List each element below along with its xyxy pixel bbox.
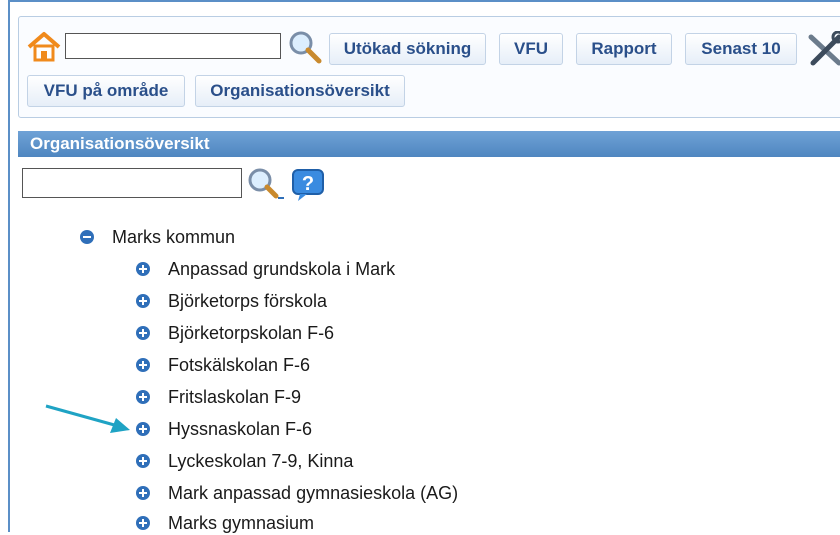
tree-node[interactable]: Marks gymnasium [136, 511, 314, 535]
expand-icon[interactable] [136, 262, 150, 276]
tools-icon[interactable] [805, 31, 840, 67]
panel-title: Organisationsöversikt [18, 131, 840, 157]
tree-node-label[interactable]: Lyckeskolan 7-9, Kinna [168, 451, 353, 472]
recent-10-button[interactable]: Senast 10 [685, 33, 797, 65]
tree-node[interactable]: Fritslaskolan F-9 [136, 385, 301, 409]
tree-node-label[interactable]: Björketorps förskola [168, 291, 327, 312]
tree-node[interactable]: Björketorps förskola [136, 289, 327, 313]
expand-icon[interactable] [136, 294, 150, 308]
tree-node-label[interactable]: Anpassad grundskola i Mark [168, 259, 395, 280]
report-button[interactable]: Rapport [576, 33, 672, 65]
expand-icon[interactable] [136, 390, 150, 404]
tree-node[interactable]: Björketorpskolan F-6 [136, 321, 334, 345]
search-icon[interactable] [246, 166, 286, 202]
expand-icon[interactable] [136, 486, 150, 500]
help-icon[interactable]: ? [290, 168, 328, 202]
expand-icon[interactable] [136, 358, 150, 372]
expand-icon[interactable] [136, 516, 150, 530]
extended-search-button[interactable]: Utökad sökning [329, 33, 486, 65]
tree-node[interactable]: Hyssnaskolan F-6 [136, 417, 312, 441]
tree-node-label[interactable]: Marks gymnasium [168, 513, 314, 534]
org-overview-button[interactable]: Organisationsöversikt [195, 75, 405, 107]
org-search-input[interactable] [22, 168, 242, 198]
expand-icon[interactable] [136, 422, 150, 436]
tree-node[interactable]: Anpassad grundskola i Mark [136, 257, 395, 281]
tree-node-label[interactable]: Hyssnaskolan F-6 [168, 419, 312, 440]
tree-node-root[interactable]: Marks kommun [80, 225, 235, 249]
tree-node-label[interactable]: Fritslaskolan F-9 [168, 387, 301, 408]
pointer-arrow-icon [45, 404, 130, 433]
search-icon[interactable] [287, 29, 323, 65]
toolbar: Utökad sökning VFU Rapport Senast 10 VFU… [18, 16, 840, 118]
vfu-button[interactable]: VFU [499, 33, 563, 65]
tree-node-label[interactable]: Mark anpassad gymnasieskola (AG) [168, 483, 458, 504]
home-icon[interactable] [27, 31, 61, 63]
expand-icon[interactable] [136, 326, 150, 340]
expand-icon[interactable] [136, 454, 150, 468]
tree-node[interactable]: Lyckeskolan 7-9, Kinna [136, 449, 353, 473]
svg-text:?: ? [302, 173, 314, 195]
vfu-area-button[interactable]: VFU på område [27, 75, 185, 107]
tree-node-label[interactable]: Marks kommun [112, 227, 235, 248]
tree-node-label[interactable]: Björketorpskolan F-6 [168, 323, 334, 344]
tree-node[interactable]: Mark anpassad gymnasieskola (AG) [136, 481, 458, 505]
tree-node[interactable]: Fotskälskolan F-6 [136, 353, 310, 377]
main-search-input[interactable] [65, 33, 281, 59]
tree-node-label[interactable]: Fotskälskolan F-6 [168, 355, 310, 376]
collapse-icon[interactable] [80, 230, 94, 244]
